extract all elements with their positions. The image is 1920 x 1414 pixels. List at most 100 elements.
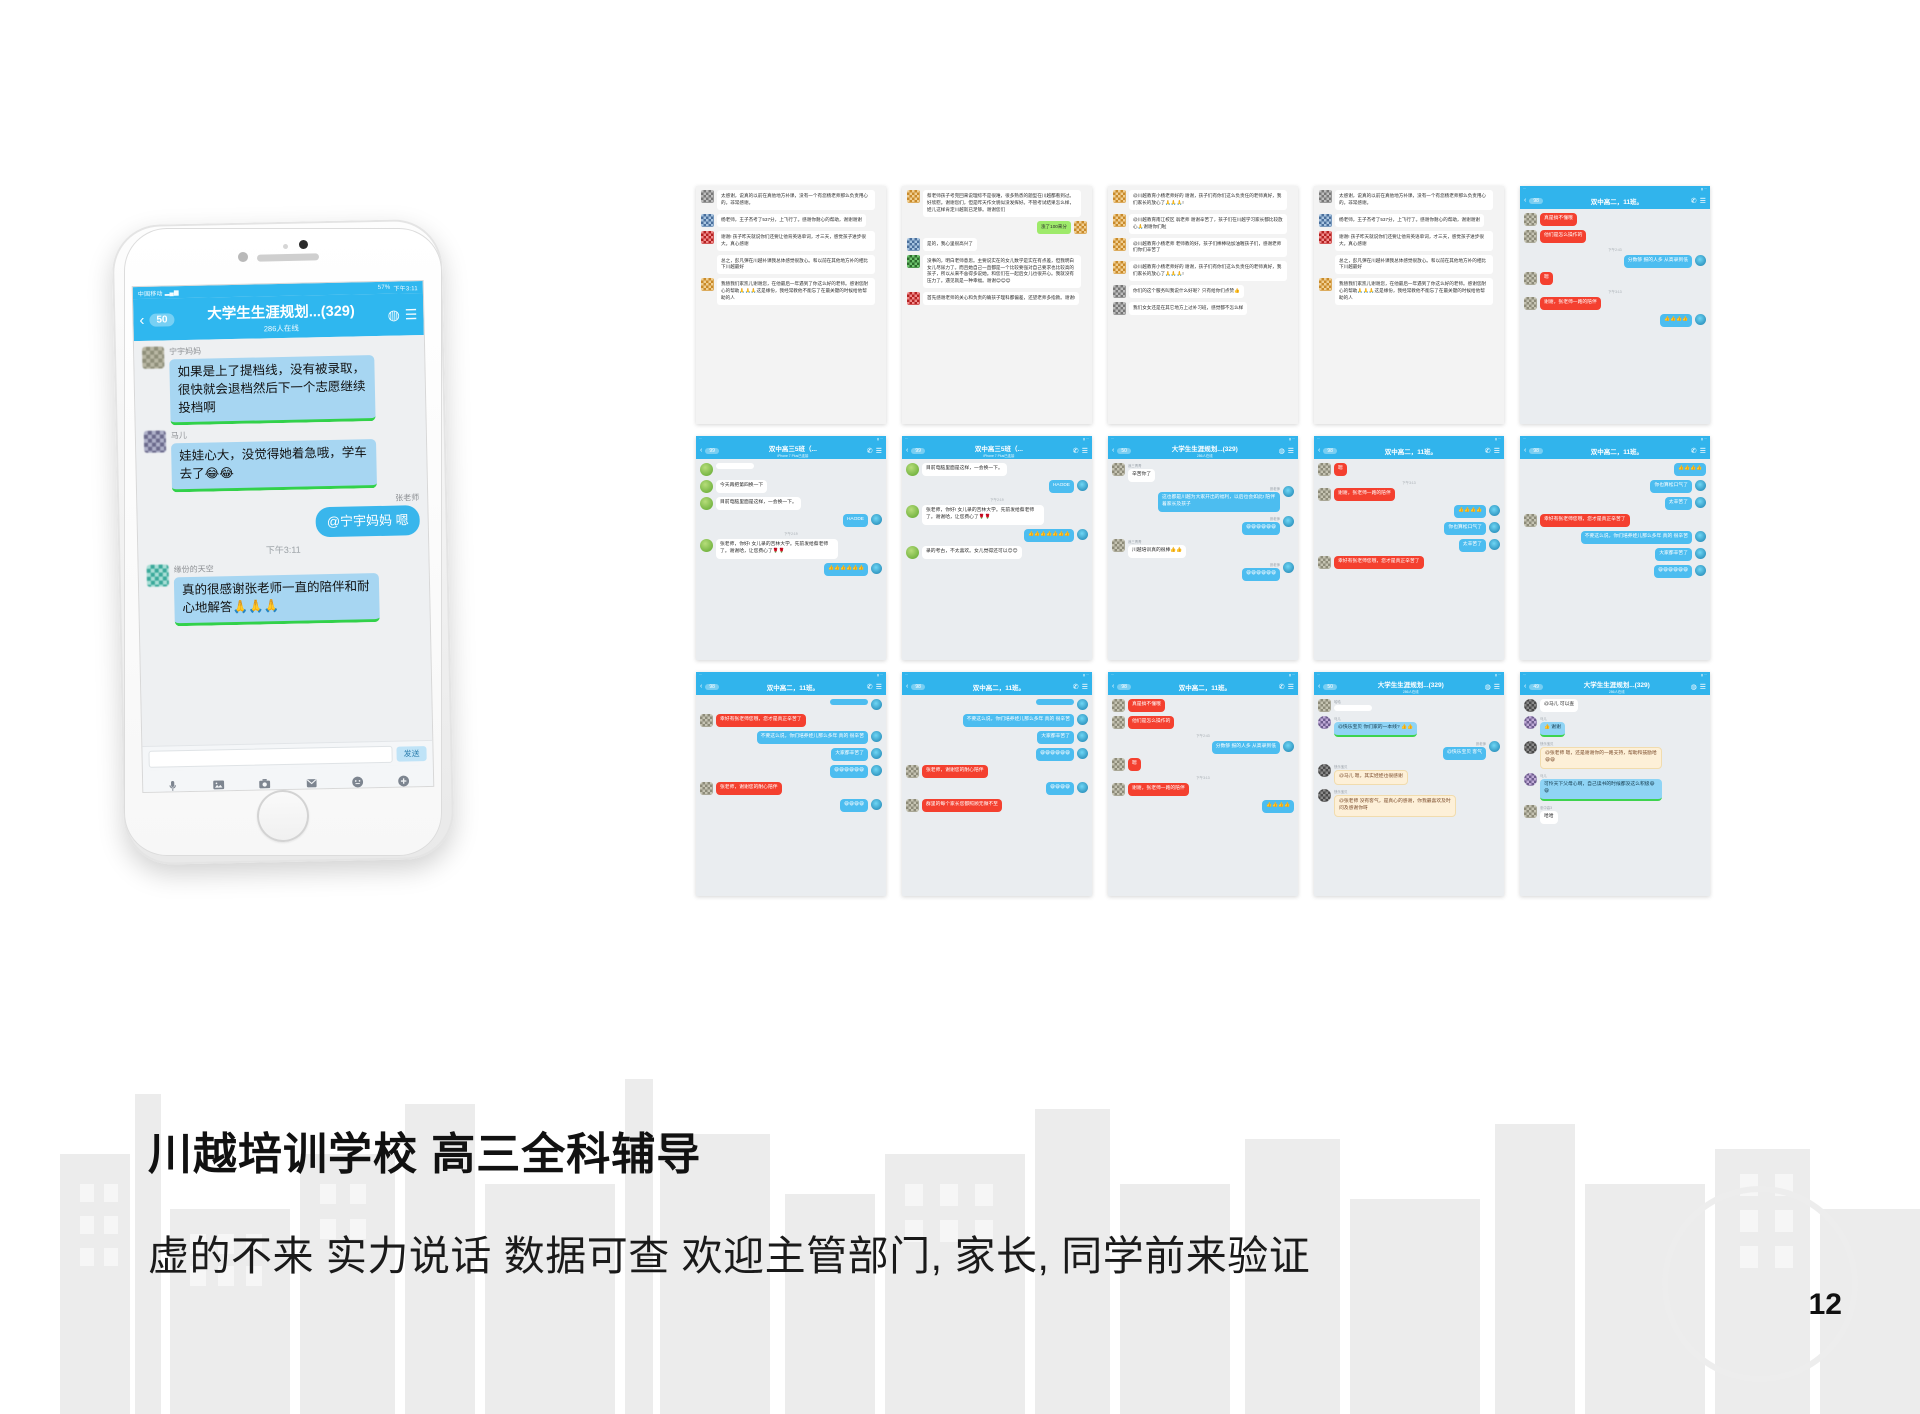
avatar[interactable] — [1113, 302, 1126, 316]
avatar[interactable] — [1695, 530, 1706, 542]
back-icon[interactable]: ‹ — [1318, 447, 1320, 454]
unread-badge[interactable]: 99 — [911, 447, 925, 454]
avatar[interactable] — [1695, 313, 1706, 325]
avatar[interactable] — [1112, 463, 1125, 476]
avatar[interactable] — [1319, 190, 1332, 203]
avatar[interactable] — [906, 545, 919, 559]
avatar[interactable] — [700, 480, 713, 493]
avatar[interactable] — [1077, 747, 1088, 759]
phone-icon[interactable]: ✆ — [1073, 447, 1079, 455]
avatar[interactable] — [906, 504, 919, 518]
back-icon[interactable]: ‹ — [1524, 683, 1526, 690]
avatar[interactable] — [1695, 564, 1706, 576]
menu-icon[interactable]: ☰ — [1288, 683, 1294, 691]
menu-icon[interactable]: ☰ — [1288, 447, 1294, 455]
back-icon[interactable]: ‹ — [1112, 447, 1114, 454]
avatar[interactable] — [1695, 496, 1706, 508]
avatar[interactable] — [1524, 699, 1537, 712]
avatar[interactable] — [700, 497, 713, 510]
avatar[interactable] — [1113, 261, 1126, 275]
avatar[interactable] — [1318, 763, 1331, 777]
menu-icon[interactable]: ☰ — [1700, 447, 1706, 455]
back-icon[interactable]: ‹ — [139, 311, 144, 328]
back-icon[interactable]: ‹ — [1318, 683, 1320, 690]
menu-icon[interactable]: ☰ — [876, 683, 882, 691]
avatar[interactable] — [141, 346, 165, 369]
plus-icon[interactable] — [397, 774, 410, 787]
phone-icon[interactable]: ✆ — [1691, 447, 1697, 455]
back-icon[interactable]: ‹ — [700, 447, 702, 454]
leaf-icon[interactable]: ◍ — [1691, 683, 1697, 691]
phone-icon[interactable]: ✆ — [1073, 683, 1079, 691]
message-bubble[interactable]: 如果是上了提档线，没有被录取，很快就会退档然后下一个志愿继续投档啊 — [169, 355, 376, 426]
unread-badge[interactable]: 98 — [705, 683, 719, 690]
message-bubble[interactable]: 真的很感谢张老师一直的陪伴和耐心地解答🙏🙏🙏 — [173, 573, 380, 626]
avatar[interactable] — [1319, 278, 1332, 292]
avatar[interactable] — [1283, 485, 1294, 497]
back-icon[interactable]: ‹ — [906, 447, 908, 454]
leaf-icon[interactable]: ◍ — [1485, 683, 1491, 691]
avatar[interactable] — [1524, 230, 1537, 243]
unread-badge[interactable]: 50 — [1117, 447, 1131, 454]
avatar[interactable] — [871, 764, 882, 776]
smiley-icon[interactable] — [351, 775, 364, 788]
avatar[interactable] — [700, 463, 713, 476]
phone-icon[interactable]: ✆ — [867, 447, 873, 455]
avatar[interactable] — [1113, 237, 1126, 251]
avatar[interactable] — [906, 798, 919, 812]
phone-icon[interactable]: ✆ — [1485, 447, 1491, 455]
unread-badge[interactable]: 49 — [1529, 683, 1543, 690]
avatar[interactable] — [1113, 213, 1126, 227]
leaf-icon[interactable]: ◍ — [387, 306, 400, 323]
avatar[interactable] — [1695, 255, 1706, 266]
avatar[interactable] — [1112, 782, 1125, 796]
avatar[interactable] — [701, 230, 714, 244]
back-icon[interactable]: ‹ — [700, 683, 702, 690]
avatar[interactable] — [1489, 505, 1500, 516]
avatar[interactable] — [907, 237, 920, 251]
avatar[interactable] — [1077, 714, 1088, 725]
unread-badge[interactable]: 50 — [1323, 683, 1337, 690]
avatar[interactable] — [700, 781, 713, 795]
image-icon[interactable] — [212, 778, 225, 791]
avatar[interactable] — [1319, 230, 1332, 244]
avatar[interactable] — [1077, 699, 1088, 710]
avatar[interactable] — [871, 731, 882, 742]
avatar[interactable] — [1283, 515, 1294, 527]
avatar[interactable] — [1318, 488, 1331, 501]
message-bubble[interactable]: 娃娃心大，没觉得她着急哦，学车去了😂😂 — [171, 439, 378, 493]
avatar[interactable] — [907, 190, 920, 203]
avatar[interactable] — [701, 278, 714, 292]
avatar[interactable] — [1489, 538, 1500, 550]
unread-badge[interactable]: 98 — [1529, 447, 1543, 454]
avatar[interactable] — [1318, 555, 1331, 569]
phone-icon[interactable]: ✆ — [1279, 683, 1285, 691]
avatar[interactable] — [1113, 190, 1126, 203]
avatar[interactable] — [1112, 699, 1125, 712]
unread-badge[interactable]: 98 — [1323, 447, 1337, 454]
menu-icon[interactable]: ☰ — [1494, 447, 1500, 455]
avatar[interactable] — [1112, 716, 1125, 729]
avatar[interactable] — [701, 190, 714, 203]
avatar[interactable] — [1524, 772, 1537, 786]
avatar[interactable] — [1524, 716, 1537, 729]
envelope-icon[interactable] — [305, 776, 318, 789]
message-input[interactable] — [148, 745, 393, 768]
avatar[interactable] — [1112, 538, 1125, 552]
unread-badge[interactable]: 50 — [149, 312, 175, 327]
avatar[interactable] — [1524, 804, 1537, 818]
avatar[interactable] — [1524, 271, 1537, 285]
avatar[interactable] — [1318, 788, 1331, 802]
menu-icon[interactable]: ☰ — [1082, 683, 1088, 691]
avatar[interactable] — [1318, 463, 1331, 476]
avatar[interactable] — [1524, 740, 1537, 754]
avatar[interactable] — [871, 798, 882, 810]
send-button[interactable]: 发送 — [396, 745, 427, 762]
avatar[interactable] — [1077, 528, 1088, 540]
menu-icon[interactable]: ☰ — [1082, 447, 1088, 455]
avatar[interactable] — [906, 764, 919, 778]
camera-icon[interactable] — [258, 777, 271, 790]
avatar[interactable] — [1489, 521, 1500, 533]
avatar[interactable] — [1489, 740, 1500, 752]
avatar[interactable] — [143, 430, 167, 454]
